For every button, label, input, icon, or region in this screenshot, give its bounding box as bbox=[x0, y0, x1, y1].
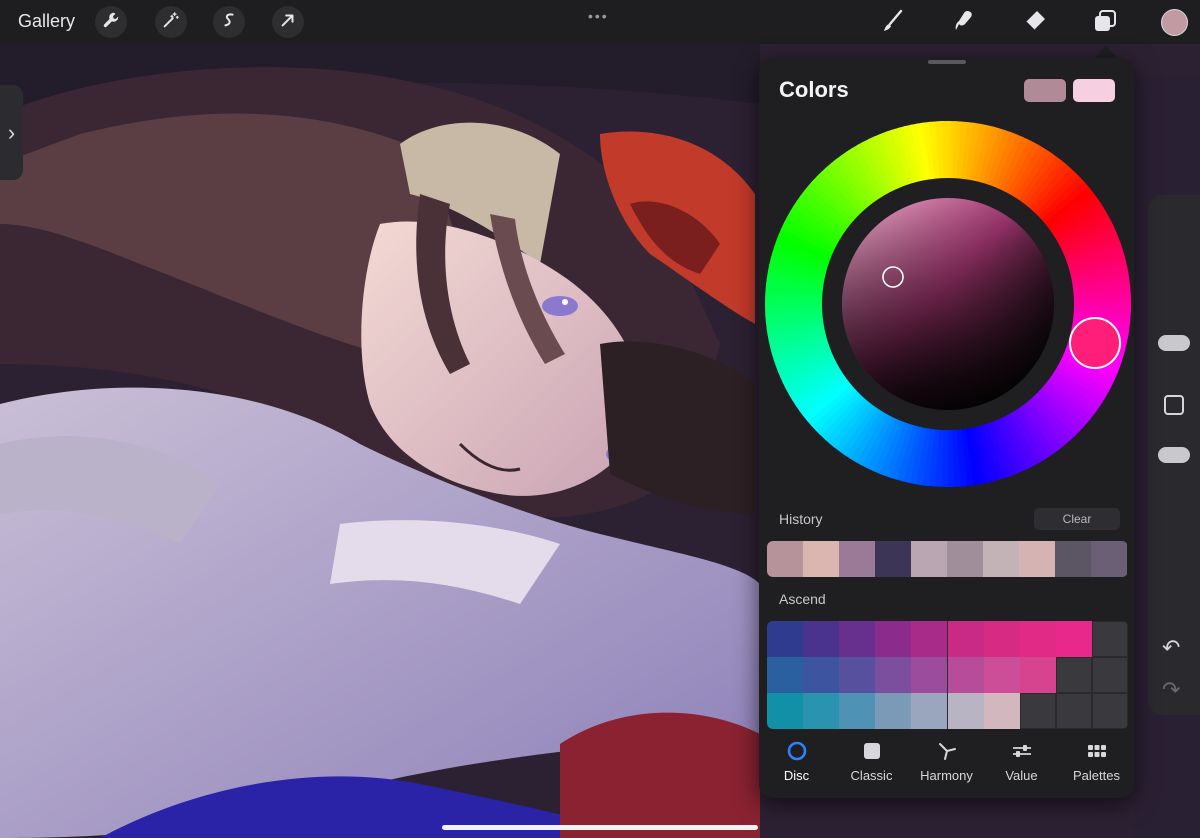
palette-swatch[interactable] bbox=[875, 621, 912, 657]
layers-tool-button[interactable] bbox=[1090, 8, 1120, 38]
history-swatch[interactable] bbox=[1091, 541, 1127, 577]
harmony-icon bbox=[936, 740, 958, 767]
tab-harmony-label: Harmony bbox=[920, 768, 973, 783]
palettes-grid-icon bbox=[1086, 740, 1108, 767]
selection-button[interactable] bbox=[213, 6, 245, 38]
tab-disc[interactable]: Disc bbox=[759, 740, 834, 790]
top-toolbar: Gallery ••• bbox=[0, 0, 1200, 44]
undo-icon[interactable]: ↶ bbox=[1162, 635, 1180, 661]
palette-swatch[interactable] bbox=[1019, 621, 1056, 657]
classic-square-icon bbox=[862, 741, 882, 766]
actions-button[interactable] bbox=[95, 6, 127, 38]
palette-swatch[interactable] bbox=[983, 693, 1020, 729]
tab-classic-label: Classic bbox=[850, 768, 893, 783]
color-disc[interactable] bbox=[765, 121, 1131, 487]
palette-swatch[interactable] bbox=[839, 657, 876, 693]
palette-swatch[interactable] bbox=[1019, 657, 1056, 693]
palette-swatch[interactable] bbox=[1091, 693, 1128, 729]
adjustments-button[interactable] bbox=[155, 6, 187, 38]
palette-swatch[interactable] bbox=[947, 693, 984, 729]
redo-icon[interactable]: ↷ bbox=[1162, 677, 1180, 703]
palette-swatch[interactable] bbox=[767, 693, 803, 729]
history-swatch[interactable] bbox=[947, 541, 983, 577]
secondary-color-swatch[interactable] bbox=[1073, 79, 1115, 102]
history-swatch[interactable] bbox=[983, 541, 1019, 577]
palette-swatch[interactable] bbox=[839, 621, 876, 657]
home-indicator[interactable] bbox=[442, 825, 758, 830]
chevron-right-icon: › bbox=[7, 119, 16, 145]
modify-button[interactable] bbox=[1164, 395, 1184, 415]
tab-harmony[interactable]: Harmony bbox=[909, 740, 984, 790]
palette-swatch[interactable] bbox=[1055, 621, 1092, 657]
brush-size-slider-handle[interactable] bbox=[1158, 335, 1190, 351]
palette-swatch[interactable] bbox=[1055, 693, 1092, 729]
selection-s-icon bbox=[220, 11, 238, 34]
palette-swatch[interactable] bbox=[875, 657, 912, 693]
palette-swatch[interactable] bbox=[911, 693, 948, 729]
more-dots[interactable]: ••• bbox=[588, 8, 609, 24]
panel-grabber[interactable] bbox=[928, 60, 966, 64]
magic-wand-icon bbox=[162, 11, 180, 34]
palette-grid bbox=[767, 621, 1128, 729]
sliders-icon bbox=[1011, 740, 1033, 767]
history-swatch[interactable] bbox=[875, 541, 911, 577]
palette-swatch[interactable] bbox=[1055, 657, 1092, 693]
palette-swatch[interactable] bbox=[803, 657, 840, 693]
tab-classic[interactable]: Classic bbox=[834, 740, 909, 790]
primary-color-swatch[interactable] bbox=[1024, 79, 1066, 102]
hue-picker-handle[interactable] bbox=[1069, 317, 1121, 369]
palette-swatch[interactable] bbox=[1091, 657, 1128, 693]
palette-swatch[interactable] bbox=[1091, 621, 1128, 657]
layers-icon bbox=[1092, 8, 1118, 39]
gallery-button[interactable]: Gallery bbox=[18, 11, 75, 32]
palette-name: Ascend bbox=[779, 591, 826, 607]
disc-icon bbox=[786, 740, 808, 767]
palette-swatch[interactable] bbox=[839, 693, 876, 729]
brush-tool-button[interactable] bbox=[878, 8, 908, 38]
palette-swatch[interactable] bbox=[803, 693, 840, 729]
palette-swatch[interactable] bbox=[947, 621, 984, 657]
clear-history-button[interactable]: Clear bbox=[1034, 508, 1120, 530]
history-swatch[interactable] bbox=[839, 541, 875, 577]
tab-palettes-label: Palettes bbox=[1073, 768, 1120, 783]
palette-swatch[interactable] bbox=[1019, 693, 1056, 729]
palette-swatch[interactable] bbox=[983, 657, 1020, 693]
history-label: History bbox=[779, 511, 823, 527]
history-swatches bbox=[767, 541, 1128, 577]
palette-swatch[interactable] bbox=[983, 621, 1020, 657]
palette-swatch[interactable] bbox=[875, 693, 912, 729]
transform-button[interactable] bbox=[272, 6, 304, 38]
tab-value-label: Value bbox=[1005, 768, 1038, 783]
palette-swatch[interactable] bbox=[767, 621, 803, 657]
palette-swatch[interactable] bbox=[767, 657, 803, 693]
wrench-icon bbox=[102, 11, 120, 34]
smudge-tool-button[interactable] bbox=[949, 8, 979, 38]
colors-panel: Colors History Clear Ascend Disc Classic… bbox=[759, 58, 1134, 798]
history-swatch[interactable] bbox=[1019, 541, 1055, 577]
move-arrow-icon bbox=[279, 11, 297, 34]
history-swatch[interactable] bbox=[767, 541, 803, 577]
brush-opacity-slider-handle[interactable] bbox=[1158, 447, 1190, 463]
current-color-button[interactable] bbox=[1161, 9, 1188, 36]
sidebar-toggle-tab[interactable]: › bbox=[0, 85, 23, 180]
palette-swatch[interactable] bbox=[911, 621, 948, 657]
brush-sliders-rail: ↶ ↷ bbox=[1148, 195, 1200, 715]
eraser-tool-button[interactable] bbox=[1020, 8, 1050, 38]
tab-palettes[interactable]: Palettes bbox=[1059, 740, 1134, 790]
value-overlay bbox=[842, 198, 1054, 410]
color-mode-tabs: Disc Classic Harmony Value Palettes bbox=[759, 740, 1134, 790]
history-swatch[interactable] bbox=[803, 541, 839, 577]
palette-swatch[interactable] bbox=[911, 657, 948, 693]
panel-title: Colors bbox=[779, 77, 849, 102]
palette-swatch[interactable] bbox=[947, 657, 984, 693]
brush-icon bbox=[880, 8, 906, 39]
history-swatch[interactable] bbox=[911, 541, 947, 577]
eraser-icon bbox=[1022, 8, 1048, 39]
palette-swatch[interactable] bbox=[803, 621, 840, 657]
tab-disc-label: Disc bbox=[783, 768, 810, 783]
history-swatch[interactable] bbox=[1055, 541, 1091, 577]
smudge-icon bbox=[951, 8, 977, 39]
tab-value[interactable]: Value bbox=[984, 740, 1059, 790]
